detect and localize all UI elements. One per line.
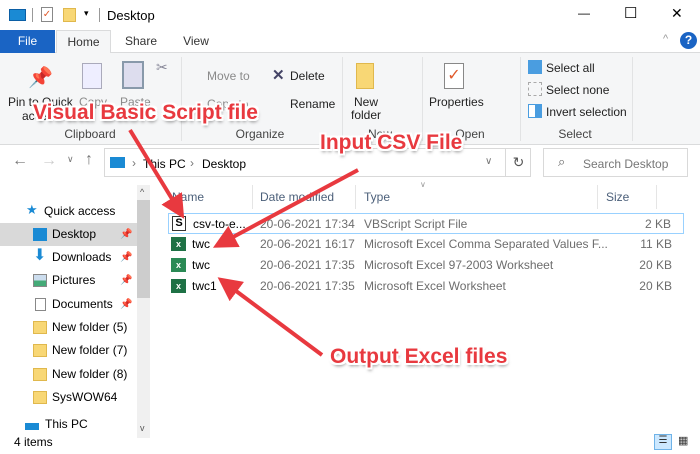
arrow-csv <box>212 168 359 248</box>
annotation-csv-label: Input CSV File <box>320 131 463 154</box>
arrow-output <box>217 277 324 357</box>
annotation-output-label: Output Excel files <box>330 345 508 368</box>
arrow-vbs <box>128 128 185 219</box>
annotation-vbs-label: Visual Basic Script file <box>33 101 258 124</box>
annotation-arrows <box>128 128 359 357</box>
